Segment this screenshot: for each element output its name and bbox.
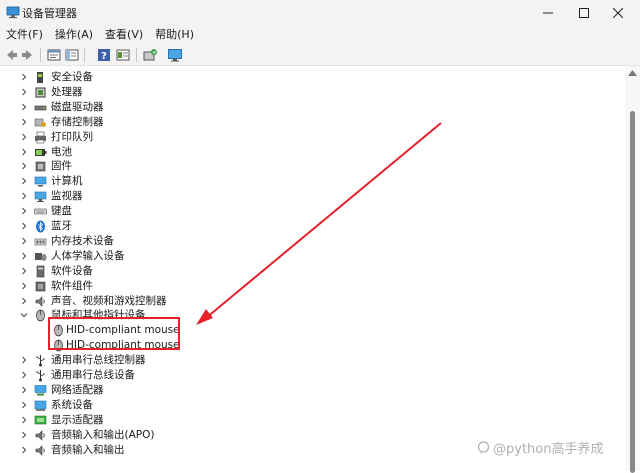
chat-bubble-icon <box>477 441 490 454</box>
watermark: @python高手养成 <box>477 438 603 457</box>
annotation-arrow <box>196 122 442 325</box>
watermark-text: @python高手养成 <box>493 442 604 457</box>
